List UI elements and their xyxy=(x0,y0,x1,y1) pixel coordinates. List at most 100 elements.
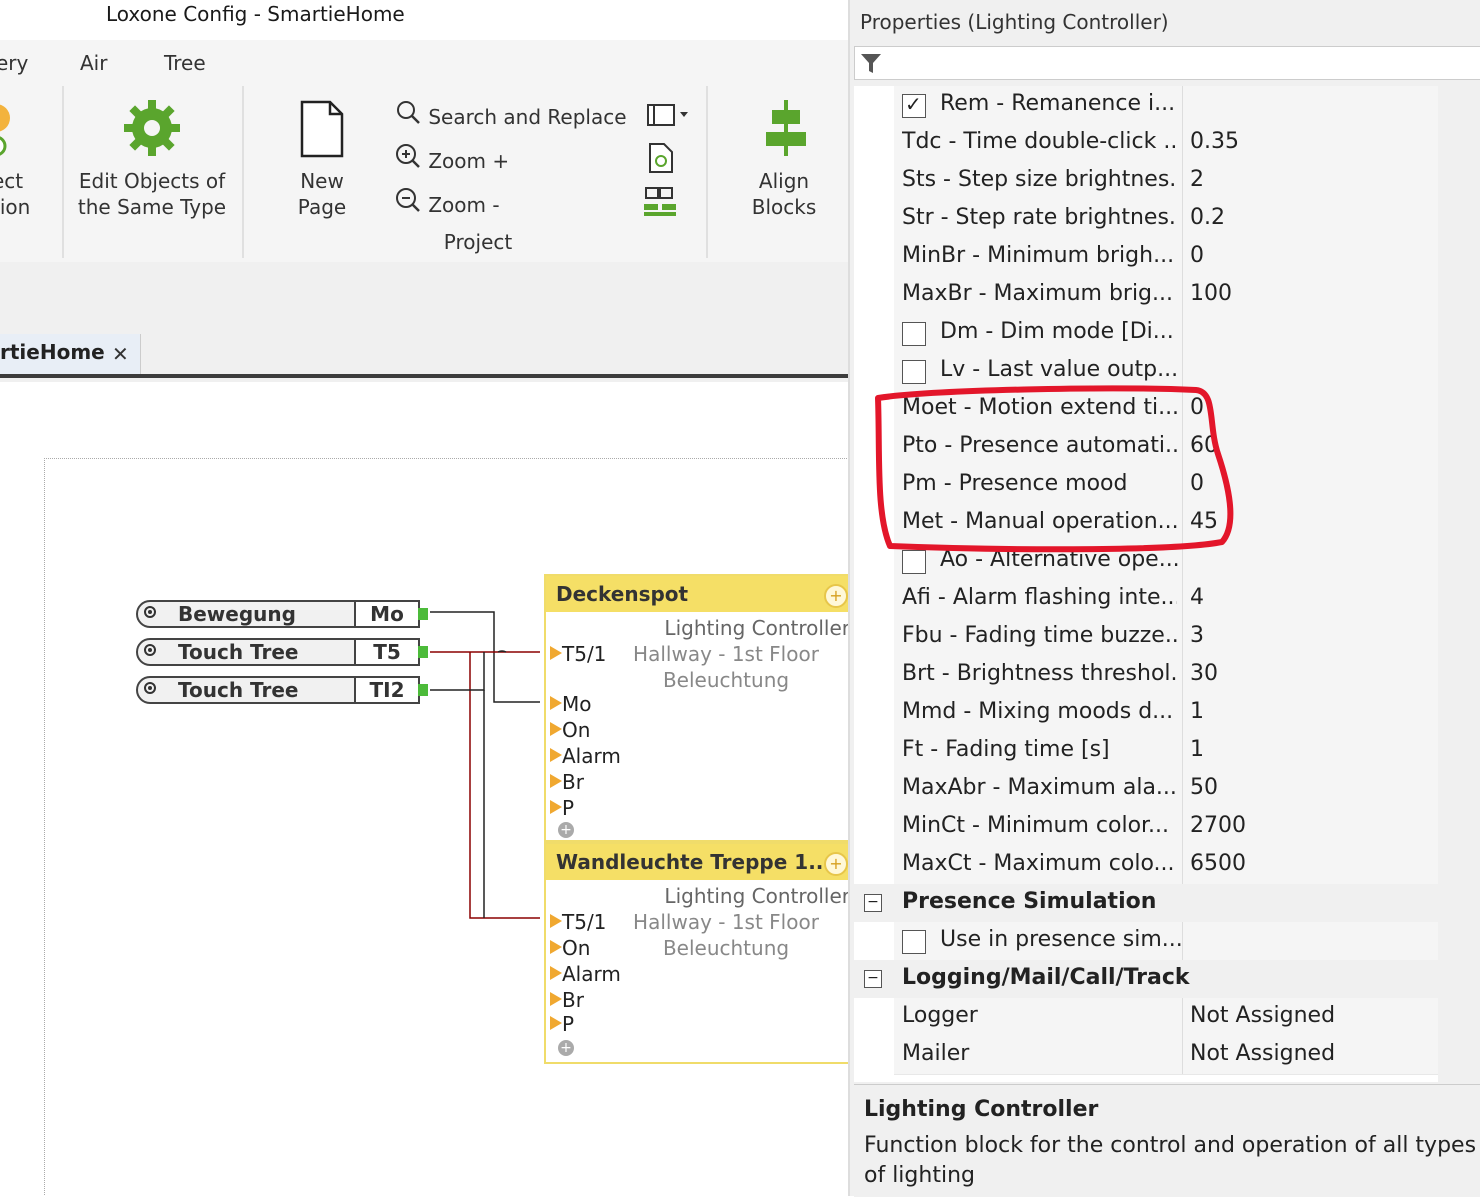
property-row-afi[interactable]: Afi - Alarm flashing inte... 4 xyxy=(894,580,1438,619)
block-input-alarm[interactable]: Alarm xyxy=(550,744,621,768)
dm-checkbox[interactable] xyxy=(902,322,926,346)
property-value[interactable]: 50 xyxy=(1190,775,1218,800)
block-input-p[interactable]: P xyxy=(550,1012,574,1036)
close-tab-icon[interactable]: ✕ xyxy=(112,342,129,366)
expand-block-icon[interactable]: + xyxy=(824,584,848,608)
page-layout-dropdown-icon[interactable] xyxy=(646,102,692,128)
program-canvas[interactable]: Bewegung Mo Touch Tree T5 Touch Tree TI2… xyxy=(0,382,848,1196)
output-connector[interactable] xyxy=(418,608,428,620)
menu-air[interactable]: Air xyxy=(80,51,107,75)
category-label: Logging/Mail/Call/Track xyxy=(902,965,1190,990)
connection-blocks-icon[interactable] xyxy=(642,186,678,218)
property-row-pto[interactable]: Pto - Presence automati... 60 xyxy=(894,428,1438,467)
new-page-button[interactable]: New Page xyxy=(282,168,362,220)
menu-gallery[interactable]: ery xyxy=(0,51,28,75)
collapse-icon[interactable]: − xyxy=(864,970,882,988)
property-row-minct[interactable]: MinCt - Minimum color... 2700 xyxy=(894,808,1438,847)
property-value[interactable]: 3 xyxy=(1190,623,1204,648)
block-input-alarm[interactable]: Alarm xyxy=(550,962,621,986)
category-logging[interactable]: − Logging/Mail/Call/Track xyxy=(854,960,1438,998)
property-row-lv[interactable]: Lv - Last value outp... xyxy=(894,352,1438,391)
category-presence-simulation[interactable]: − Presence Simulation xyxy=(854,884,1438,922)
property-value[interactable]: 100 xyxy=(1190,281,1232,306)
block-input-on[interactable]: On xyxy=(550,936,590,960)
property-row-rem[interactable]: Rem - Remanence i... xyxy=(894,86,1438,125)
property-row-mailer[interactable]: Mailer Not Assigned xyxy=(894,1036,1438,1075)
block-input-p[interactable]: P xyxy=(550,796,574,820)
property-row-maxbr[interactable]: MaxBr - Maximum brig... 100 xyxy=(894,276,1438,315)
property-row-fbu[interactable]: Fbu - Fading time buzze... 3 xyxy=(894,618,1438,657)
property-row-maxct[interactable]: MaxCt - Maximum colo... 6500 xyxy=(894,846,1438,885)
property-value[interactable]: Not Assigned xyxy=(1190,1041,1335,1066)
select-connection-icon xyxy=(0,96,20,156)
block-input-mo[interactable]: Mo xyxy=(550,692,592,716)
property-row-moet[interactable]: Moet - Motion extend ti... 0 xyxy=(894,390,1438,429)
property-value[interactable]: 2 xyxy=(1190,167,1204,192)
zoom-in-button[interactable]: Zoom + xyxy=(394,142,509,173)
property-row-ft[interactable]: Ft - Fading time [s] 1 xyxy=(894,732,1438,771)
edit-objects-same-type-button[interactable]: Edit Objects of the Same Type xyxy=(62,168,242,220)
property-value[interactable]: 0 xyxy=(1190,243,1204,268)
zoom-out-button[interactable]: Zoom - xyxy=(394,186,500,217)
property-value[interactable]: Not Assigned xyxy=(1190,1003,1335,1028)
block-input-on[interactable]: On xyxy=(550,718,590,742)
property-value[interactable]: 45 xyxy=(1190,509,1218,534)
property-row-mmd[interactable]: Mmd - Mixing moods d... 1 xyxy=(894,694,1438,733)
property-value[interactable]: 4 xyxy=(1190,585,1204,610)
align-blocks-button[interactable]: Align Blocks xyxy=(744,168,824,220)
select-connection-button[interactable]: ect tion xyxy=(0,168,52,220)
input-touch-tree-ti2[interactable]: Touch Tree TI2 xyxy=(136,676,428,704)
property-row-minbr[interactable]: MinBr - Minimum brigh... 0 xyxy=(894,238,1438,277)
lv-checkbox[interactable] xyxy=(902,360,926,384)
property-value[interactable]: 0 xyxy=(1190,471,1204,496)
property-filter-bar[interactable] xyxy=(854,46,1480,80)
property-row-maxabr[interactable]: MaxAbr - Maximum ala... 50 xyxy=(894,770,1438,809)
function-block-deckenspot[interactable]: Deckenspot + Lighting Controller Hallway… xyxy=(544,574,848,842)
output-connector[interactable] xyxy=(418,684,428,696)
input-bewegung[interactable]: Bewegung Mo xyxy=(136,600,428,628)
property-value[interactable]: 1 xyxy=(1190,737,1204,762)
property-row-str[interactable]: Str - Step rate brightnes... 0.2 xyxy=(894,200,1438,239)
property-row-met[interactable]: Met - Manual operation... 45 xyxy=(894,504,1438,543)
property-value[interactable]: 6500 xyxy=(1190,851,1246,876)
property-value[interactable]: 60 xyxy=(1190,433,1218,458)
add-input-icon[interactable]: + xyxy=(558,1040,574,1056)
collapse-icon[interactable]: − xyxy=(864,894,882,912)
function-block-wandleuchte[interactable]: Wandleuchte Treppe 1... + Lighting Contr… xyxy=(544,842,848,1064)
loxone-config-window: Loxone Config - SmartieHome ery Air Tree… xyxy=(0,0,848,1196)
tab-divider xyxy=(0,374,848,378)
property-value[interactable]: 0.35 xyxy=(1190,129,1239,154)
property-value[interactable]: 0.2 xyxy=(1190,205,1225,230)
block-input-t5[interactable]: T5/1 xyxy=(550,642,606,666)
property-value[interactable]: 0 xyxy=(1190,395,1204,420)
property-row-sts[interactable]: Sts - Step size brightnes... 2 xyxy=(894,162,1438,201)
property-row-brt[interactable]: Brt - Brightness threshol... 30 xyxy=(894,656,1438,695)
property-row-presence-sim[interactable]: Use in presence sim... xyxy=(894,922,1438,961)
document-tab[interactable]: rtieHome ✕ xyxy=(0,334,141,374)
presence-sim-checkbox[interactable] xyxy=(902,930,926,954)
property-value[interactable]: 2700 xyxy=(1190,813,1246,838)
search-replace-button[interactable]: Search and Replace xyxy=(394,98,627,129)
input-touch-tree-t5[interactable]: Touch Tree T5 xyxy=(136,638,428,666)
ao-checkbox[interactable] xyxy=(902,550,926,574)
property-key: Afi - Alarm flashing inte... xyxy=(902,585,1177,610)
property-value[interactable]: 30 xyxy=(1190,661,1218,686)
property-row-logger[interactable]: Logger Not Assigned xyxy=(894,998,1438,1037)
block-input-br[interactable]: Br xyxy=(550,770,584,794)
property-value[interactable]: 1 xyxy=(1190,699,1204,724)
property-grid[interactable]: Rem - Remanence i... Tdc - Time double-c… xyxy=(854,86,1438,1082)
add-input-icon[interactable]: + xyxy=(558,822,574,838)
property-row-tdc[interactable]: Tdc - Time double-click ... 0.35 xyxy=(894,124,1438,163)
property-row-ao[interactable]: Ao - Alternative ope... xyxy=(894,542,1438,581)
expand-block-icon[interactable]: + xyxy=(824,852,848,876)
property-grid-scrollbar[interactable] xyxy=(1442,86,1478,1082)
rem-checkbox[interactable] xyxy=(902,92,926,118)
page-refresh-icon[interactable] xyxy=(646,142,676,174)
menu-tree[interactable]: Tree xyxy=(164,51,206,75)
block-input-br[interactable]: Br xyxy=(550,988,584,1012)
filter-icon[interactable] xyxy=(859,51,883,75)
property-row-pm[interactable]: Pm - Presence mood 0 xyxy=(894,466,1438,505)
block-input-t5[interactable]: T5/1 xyxy=(550,910,606,934)
output-connector[interactable] xyxy=(418,646,428,658)
property-row-dm[interactable]: Dm - Dim mode [Di... xyxy=(894,314,1438,353)
